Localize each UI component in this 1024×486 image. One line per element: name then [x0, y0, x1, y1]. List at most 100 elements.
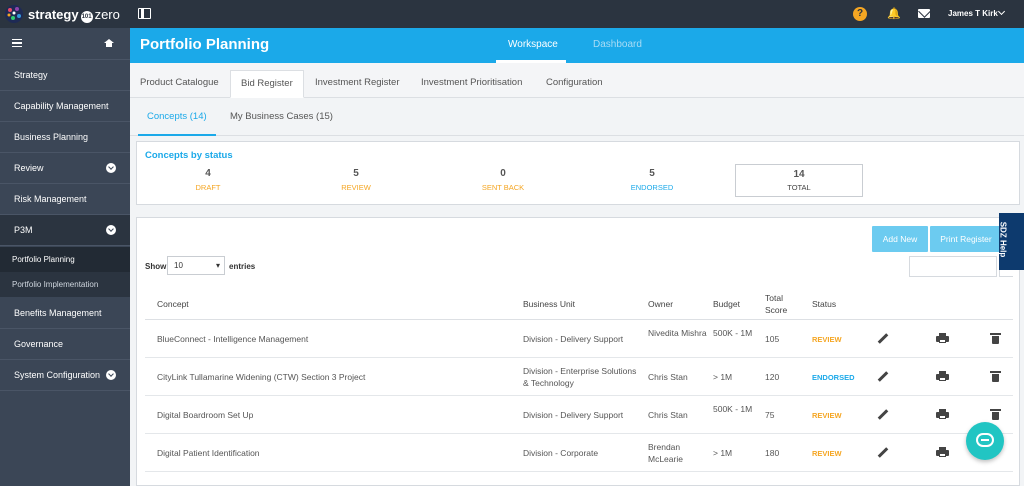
search-input[interactable]: [909, 256, 997, 277]
status-endorsed[interactable]: 5 ENDORSED: [592, 168, 712, 192]
chevron-down-icon: [106, 225, 116, 235]
concepts-status-summary: Concepts by status 4 DRAFT 5 REVIEW 0 SE…: [136, 141, 1020, 205]
tab-dashboard[interactable]: Dashboard: [593, 39, 642, 50]
chat-button[interactable]: [966, 422, 1004, 460]
register-tabs: Product Catalogue Bid Register Investmen…: [130, 63, 1024, 98]
sidebar-item-system-configuration[interactable]: System Configuration: [0, 360, 130, 391]
cell-total-score: 75: [765, 410, 775, 420]
column-header-business-unit[interactable]: Business Unit: [523, 298, 575, 310]
brand-logo-icon[interactable]: [4, 4, 24, 24]
table-row[interactable]: Digital Boardroom Set Up Division - Deli…: [145, 396, 1013, 434]
tab-concepts[interactable]: Concepts (14): [147, 111, 207, 122]
cell-total-score: 105: [765, 334, 780, 344]
column-header-owner[interactable]: Owner: [648, 298, 673, 310]
column-header-concept[interactable]: Concept: [157, 298, 189, 310]
edit-icon[interactable]: [877, 447, 889, 458]
sidebar-item-strategy[interactable]: Strategy: [0, 60, 130, 91]
edit-icon[interactable]: [877, 371, 889, 382]
tab-configuration[interactable]: Configuration: [536, 70, 613, 98]
show-label: Show: [145, 262, 167, 271]
tab-product-catalogue[interactable]: Product Catalogue: [130, 70, 229, 98]
sidebar-item-p3m[interactable]: P3M: [0, 215, 130, 246]
tab-my-business-cases[interactable]: My Business Cases (15): [230, 111, 333, 122]
status-sent-back[interactable]: 0 SENT BACK: [443, 168, 563, 192]
column-header-total-score[interactable]: Total Score: [765, 292, 795, 316]
column-header-budget[interactable]: Budget: [713, 298, 740, 310]
sidebar-item-business-planning[interactable]: Business Planning: [0, 122, 130, 153]
sidebar-item-review[interactable]: Review: [0, 153, 130, 184]
sidebar-item-governance[interactable]: Governance: [0, 329, 130, 360]
help-icon[interactable]: ?: [853, 7, 867, 21]
home-icon[interactable]: [104, 39, 114, 47]
edit-icon[interactable]: [877, 409, 889, 420]
cell-business-unit: Division - Delivery Support: [523, 334, 624, 344]
status-draft[interactable]: 4 DRAFT: [148, 168, 268, 192]
brand-name-end: zero: [94, 7, 120, 22]
print-icon[interactable]: [936, 409, 949, 419]
cell-business-unit: Division - Corporate: [523, 448, 599, 458]
sidebar-item-capability-management[interactable]: Capability Management: [0, 91, 130, 122]
status-count: 5: [353, 168, 359, 179]
status-review[interactable]: 5 REVIEW: [296, 168, 416, 192]
page-size-select[interactable]: 10: [167, 256, 225, 275]
status-count: 14: [793, 169, 805, 180]
cell-budget: > 1M: [713, 372, 733, 382]
tab-bid-register[interactable]: Bid Register: [230, 70, 304, 98]
help-tab-label: SDZ Help: [998, 221, 1008, 258]
trash-icon[interactable]: [990, 333, 1001, 344]
status-count: 4: [205, 168, 211, 179]
column-header-status[interactable]: Status: [812, 298, 836, 310]
cell-total-score: 120: [765, 372, 780, 382]
cell-concept[interactable]: Digital Patient Identification: [157, 447, 260, 459]
entries-label: entries: [229, 262, 256, 271]
user-menu-name[interactable]: James T Kirk: [948, 9, 998, 18]
cell-concept[interactable]: Digital Boardroom Set Up: [157, 409, 253, 421]
bell-icon[interactable]: 🔔: [887, 7, 901, 20]
tab-investment-register[interactable]: Investment Register: [305, 70, 409, 98]
sdz-help-tab[interactable]: SDZ Help: [998, 213, 1024, 270]
sidebar-subitem-portfolio-implementation[interactable]: Portfolio Implementation: [0, 272, 130, 297]
sidebar-toggle-icon[interactable]: [138, 8, 151, 19]
trash-icon[interactable]: [990, 409, 1001, 420]
sidebar-item-risk-management[interactable]: Risk Management: [0, 184, 130, 215]
chat-bubble-icon: [976, 433, 994, 447]
chevron-down-icon: [106, 370, 116, 380]
sidebar-item-benefits-management[interactable]: Benefits Management: [0, 298, 130, 329]
status-label: SENT BACK: [481, 183, 525, 192]
cell-owner: Brendan McLearie: [648, 442, 683, 464]
status-badge: ENDORSED: [812, 373, 855, 382]
mail-icon[interactable]: [918, 9, 930, 18]
status-summary-title: Concepts by status: [145, 150, 233, 161]
table-row[interactable]: BlueConnect - Intelligence Management Di…: [145, 320, 1013, 358]
main-content: Product Catalogue Bid Register Investmen…: [130, 63, 1024, 486]
cell-concept[interactable]: CityLink Tullamarine Widening (CTW) Sect…: [157, 371, 365, 383]
print-icon[interactable]: [936, 371, 949, 381]
brand-name[interactable]: strategy 101 zero: [28, 7, 120, 23]
table-row[interactable]: CityLink Tullamarine Widening (CTW) Sect…: [145, 358, 1013, 396]
edit-icon[interactable]: [877, 333, 889, 344]
cell-owner: Chris Stan: [648, 410, 688, 420]
chevron-down-icon[interactable]: [997, 7, 1006, 16]
sidebar-item-label: P3M: [14, 225, 33, 235]
add-new-button[interactable]: Add New: [872, 226, 928, 252]
trash-icon[interactable]: [990, 371, 1001, 382]
cell-concept[interactable]: BlueConnect - Intelligence Management: [157, 333, 308, 345]
tab-investment-prioritisation[interactable]: Investment Prioritisation: [411, 70, 532, 98]
sidebar-subitem-portfolio-planning[interactable]: Portfolio Planning: [0, 247, 130, 272]
page-header: Portfolio Planning Workspace Dashboard: [130, 28, 1024, 63]
status-count: 0: [500, 168, 506, 179]
tab-workspace[interactable]: Workspace: [508, 39, 558, 50]
brand-name-start: strategy: [28, 7, 79, 22]
status-total[interactable]: 14 TOTAL: [735, 164, 863, 197]
table-row[interactable]: Digital Patient Identification Division …: [145, 434, 1013, 472]
print-icon[interactable]: [936, 447, 949, 457]
cell-owner: Chris Stan: [648, 372, 688, 382]
print-icon[interactable]: [936, 333, 949, 343]
page-title: Portfolio Planning: [140, 36, 270, 53]
hamburger-menu-icon[interactable]: [12, 39, 22, 47]
cell-budget: 500K - 1M: [713, 328, 753, 338]
cell-business-unit: Division - Delivery Support: [523, 410, 624, 420]
print-register-button[interactable]: Print Register: [930, 226, 1002, 252]
sidebar-header: [0, 28, 130, 60]
status-badge: REVIEW: [812, 411, 842, 420]
